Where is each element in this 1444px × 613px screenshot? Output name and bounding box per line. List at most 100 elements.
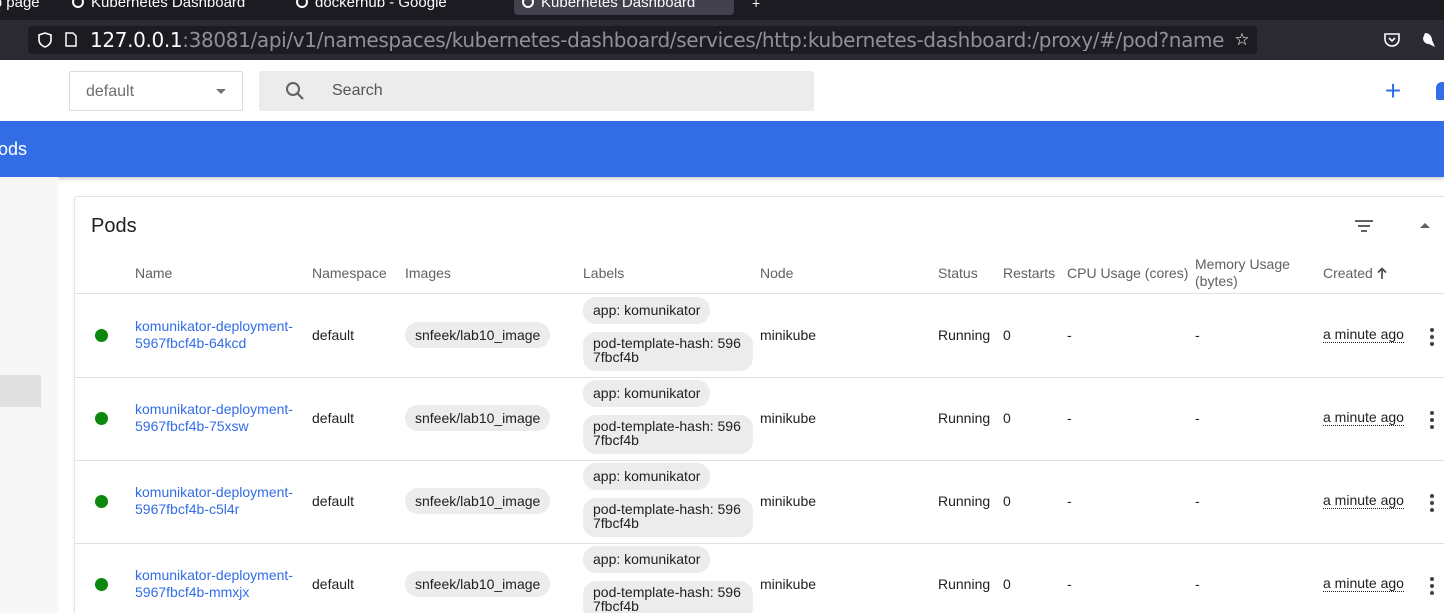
cpu-cell: - [1067,410,1072,426]
table-row: komunikator-deployment-5967fbcf4b-mmxjx … [75,543,1444,613]
status-cell: Running [938,576,991,592]
memory-cell: - [1195,410,1200,426]
image-chip: snfeek/lab10_image [405,405,551,431]
pod-name-link[interactable]: komunikator-deployment-5967fbcf4b-75xsw [135,401,305,435]
filter-icon[interactable] [1354,218,1374,234]
column-header-created[interactable]: Created [1323,265,1387,282]
image-chip: snfeek/lab10_image [405,488,551,514]
pod-name-link[interactable]: komunikator-deployment-5967fbcf4b-64kcd [135,318,305,352]
search-icon [286,82,304,100]
node-cell: minikube [760,410,817,426]
more-actions-icon[interactable] [1430,577,1434,595]
status-cell: Running [938,327,991,343]
column-header-name[interactable]: Name [135,265,172,282]
label-chip: pod-template-hash: 5967fbcf4b [583,581,753,613]
status-running-icon [95,578,108,591]
page-title-bar: Pods [0,121,1444,177]
kubernetes-icon [72,0,84,8]
column-header-status[interactable]: Status [938,265,978,282]
card-title: Pods [91,215,137,237]
search-box[interactable] [259,71,814,111]
page-title: Pods [0,139,28,159]
browser-tab-1[interactable]: New Tab page [0,0,44,15]
memory-cell: - [1195,576,1200,592]
pods-card: Pods Name Namespace Images Labels Node S… [74,196,1444,613]
image-chip: snfeek/lab10_image [405,571,551,597]
cpu-cell: - [1067,493,1072,509]
new-tab-button[interactable]: + [752,0,772,15]
pod-name-link[interactable]: komunikator-deployment-5967fbcf4b-mmxjx [135,567,305,601]
side-navigation [0,177,58,613]
shield-icon [38,32,52,48]
restarts-cell: 0 [1003,493,1011,509]
namespace-select[interactable]: default [69,71,243,111]
search-input[interactable] [332,80,792,102]
column-header-namespace[interactable]: Namespace [312,265,387,282]
namespace-value: default [86,83,135,100]
browser-tab-3[interactable]: dockerhub - Google [296,0,486,15]
image-chip: snfeek/lab10_image [405,322,551,348]
create-resource-button[interactable]: + [1381,77,1405,105]
column-header-memory[interactable]: Memory Usage (bytes) [1195,256,1290,290]
browser-navbar: 127.0.0.1:38081/api/v1/namespaces/kubern… [0,20,1444,60]
sidebar-item-selected[interactable] [0,375,41,407]
bookmark-star-icon[interactable]: ☆ [1233,31,1251,49]
created-cell[interactable]: a minute ago [1323,493,1404,509]
restarts-cell: 0 [1003,410,1011,426]
browser-tab-2[interactable]: Kubernetes Dashboard [72,0,257,15]
status-running-icon [95,329,108,342]
label-chip: pod-template-hash: 5967fbcf4b [583,498,753,537]
label-chip: pod-template-hash: 5967fbcf4b [583,332,753,371]
node-cell: minikube [760,327,817,343]
notifications-icon[interactable] [1436,82,1444,100]
extension-icon[interactable] [1420,31,1438,49]
column-header-node[interactable]: Node [760,265,793,282]
restarts-cell: 0 [1003,576,1011,592]
cpu-cell: - [1067,576,1072,592]
namespace-cell: default [312,327,355,343]
namespace-cell: default [312,576,355,592]
status-running-icon [95,412,108,425]
status-cell: Running [938,410,991,426]
node-cell: minikube [760,493,817,509]
namespace-cell: default [312,493,355,509]
created-cell[interactable]: a minute ago [1323,410,1404,426]
label-chip: app: komunikator [583,297,711,324]
status-running-icon [95,495,108,508]
restarts-cell: 0 [1003,327,1011,343]
column-header-cpu[interactable]: CPU Usage (cores) [1067,265,1188,282]
cpu-cell: - [1067,327,1072,343]
memory-cell: - [1195,493,1200,509]
browser-tab-active[interactable]: Kubernetes Dashboard [514,0,734,15]
label-chip: app: komunikator [583,463,711,490]
node-cell: minikube [760,576,817,592]
column-header-labels: Labels [583,265,625,281]
kubernetes-icon [522,0,534,8]
url-bar[interactable]: 127.0.0.1:38081/api/v1/namespaces/kubern… [28,26,1257,54]
github-icon [296,0,308,8]
table-row: komunikator-deployment-5967fbcf4b-c5l4r … [75,460,1444,543]
browser-tab-strip: New Tab page Kubernetes Dashboard docker… [0,0,1444,20]
more-actions-icon[interactable] [1430,328,1434,346]
pocket-icon[interactable] [1383,31,1401,49]
pod-name-link[interactable]: komunikator-deployment-5967fbcf4b-c5l4r [135,484,305,518]
sort-ascending-icon [1377,267,1387,279]
label-chip: app: komunikator [583,380,711,407]
label-chip: pod-template-hash: 5967fbcf4b [583,415,753,454]
column-header-images: Images [405,265,451,281]
collapse-icon[interactable] [1420,223,1430,228]
table-row: komunikator-deployment-5967fbcf4b-64kcd … [75,294,1444,377]
namespace-cell: default [312,410,355,426]
more-actions-icon[interactable] [1430,494,1434,512]
page-icon [65,32,77,47]
status-cell: Running [938,493,991,509]
memory-cell: - [1195,327,1200,343]
column-header-restarts[interactable]: Restarts [1003,265,1055,282]
dropdown-arrow-icon [216,89,226,94]
url-text[interactable]: 127.0.0.1:38081/api/v1/namespaces/kubern… [90,29,1225,51]
dashboard-toolbar: default + [0,60,1444,121]
created-cell[interactable]: a minute ago [1323,327,1404,343]
label-chip: app: komunikator [583,546,711,573]
created-cell[interactable]: a minute ago [1323,576,1404,592]
more-actions-icon[interactable] [1430,411,1434,429]
